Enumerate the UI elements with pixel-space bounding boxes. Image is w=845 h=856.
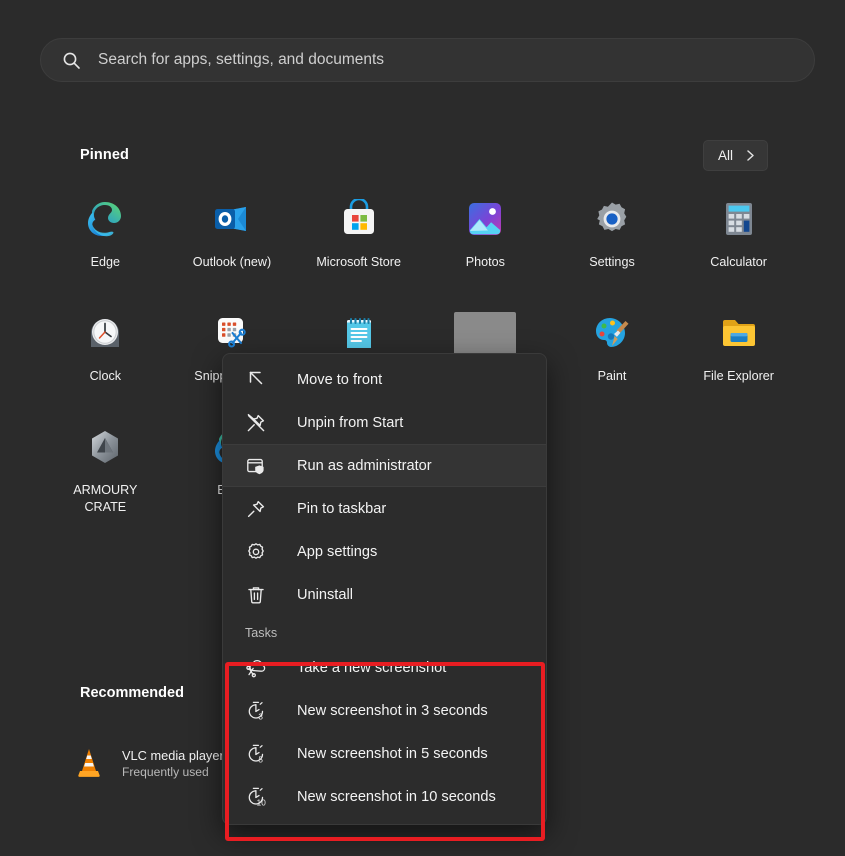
clock-icon [84, 312, 126, 354]
app-tile-calculator[interactable]: Calculator [675, 190, 802, 280]
svg-text:5: 5 [258, 755, 263, 764]
search-bar[interactable] [40, 38, 815, 82]
move-to-front-arrow-icon [245, 369, 267, 391]
chevron-right-icon [745, 149, 756, 162]
timer-3-icon: 3 [245, 700, 267, 722]
app-label: Microsoft Store [316, 255, 401, 269]
timer-5-icon: 5 [245, 743, 267, 765]
file-explorer-icon [718, 312, 760, 354]
snip-cloud-icon [245, 657, 267, 679]
app-label: Photos [465, 255, 505, 269]
search-input[interactable] [98, 39, 814, 81]
menu-item-label: Unpin from Start [297, 414, 404, 431]
menu-item-label: New screenshot in 10 seconds [297, 788, 496, 805]
menu-item-label: App settings [297, 543, 378, 560]
app-tile-microsoft-store[interactable]: Microsoft Store [295, 190, 422, 280]
armoury-crate-icon [84, 426, 126, 468]
all-apps-label: All [717, 147, 733, 163]
menu-item-label: Move to front [297, 371, 383, 388]
menu-item-label: Pin to taskbar [297, 500, 387, 517]
menu-item-label: New screenshot in 3 seconds [297, 702, 488, 719]
app-label: Paint [597, 369, 627, 383]
app-tile-clock[interactable]: Clock [42, 304, 169, 394]
app-label: Outlook (new) [192, 255, 272, 269]
menu-section-tasks-title: Tasks [245, 626, 278, 640]
menu-item-label: Uninstall [297, 586, 353, 603]
trash-icon [245, 584, 267, 606]
menu-item-label: Take a new screenshot [297, 659, 447, 676]
photos-icon [464, 198, 506, 240]
app-tile-edge[interactable]: Edge [42, 190, 169, 280]
app-tile-settings[interactable]: Settings [549, 190, 676, 280]
list-item-subtitle: Frequently used [122, 764, 209, 779]
menu-item-app-settings[interactable]: App settings [223, 530, 546, 573]
pin-icon [245, 498, 267, 520]
app-label: Settings [589, 255, 635, 269]
loading-placeholder-icon [454, 312, 517, 358]
menu-item-pin-to-taskbar[interactable]: Pin to taskbar [223, 487, 546, 530]
app-tile-outlook[interactable]: Outlook (new) [169, 190, 296, 280]
menu-item-take-a-new-screenshot[interactable]: Take a new screenshot [223, 646, 546, 689]
menu-item-unpin-from-start[interactable]: Unpin from Start [223, 401, 546, 444]
app-label: Edge [90, 255, 121, 269]
app-tile-file-explorer[interactable]: File Explorer [675, 304, 802, 394]
svg-text:3: 3 [258, 712, 263, 721]
notepad-icon [338, 312, 380, 354]
menu-item-move-to-front[interactable]: Move to front [223, 358, 546, 401]
all-apps-button[interactable]: All [702, 139, 768, 171]
vlc-cone-icon [72, 746, 106, 780]
snipping-tool-icon [211, 312, 253, 354]
search-icon [61, 50, 81, 70]
svg-text:10: 10 [256, 798, 266, 807]
edge-icon [84, 198, 126, 240]
settings-gear-icon [591, 198, 633, 240]
pinned-title: Pinned [80, 147, 129, 163]
menu-item-label: New screenshot in 5 seconds [297, 745, 488, 762]
pinned-header: Pinned All [80, 139, 768, 171]
app-tile-armoury-crate[interactable]: ARMOURY CRATE [42, 418, 169, 514]
app-label: File Explorer [703, 369, 774, 383]
menu-item-new-screenshot-5-seconds[interactable]: 5 New screenshot in 5 seconds [223, 732, 546, 775]
list-item-title: VLC media player [122, 747, 224, 763]
menu-item-new-screenshot-3-seconds[interactable]: 3 New screenshot in 3 seconds [223, 689, 546, 732]
calculator-icon [718, 198, 760, 240]
recommended-title: Recommended [80, 685, 184, 701]
app-label: Calculator [710, 255, 767, 269]
menu-item-label: Run as administrator [297, 457, 432, 474]
menu-item-uninstall[interactable]: Uninstall [223, 573, 546, 616]
paint-palette-icon [591, 312, 633, 354]
start-menu: Pinned All [0, 0, 845, 856]
menu-item-new-screenshot-10-seconds[interactable]: 10 New screenshot in 10 seconds [223, 775, 546, 818]
app-label: Clock [89, 369, 122, 383]
search-box[interactable] [40, 38, 815, 82]
app-label: ARMOURY CRATE [73, 483, 138, 514]
outlook-icon [211, 198, 253, 240]
timer-10-icon: 10 [245, 786, 267, 808]
menu-item-run-as-administrator[interactable]: Run as administrator [223, 444, 546, 487]
microsoft-store-icon [338, 198, 380, 240]
app-tile-paint[interactable]: Paint [549, 304, 676, 394]
context-menu: Move to front Unpin from Start Run as ad… [222, 353, 547, 825]
gear-icon [245, 541, 267, 563]
app-tile-photos[interactable]: Photos [422, 190, 549, 280]
unpin-icon [245, 412, 267, 434]
shield-admin-icon [245, 455, 267, 477]
